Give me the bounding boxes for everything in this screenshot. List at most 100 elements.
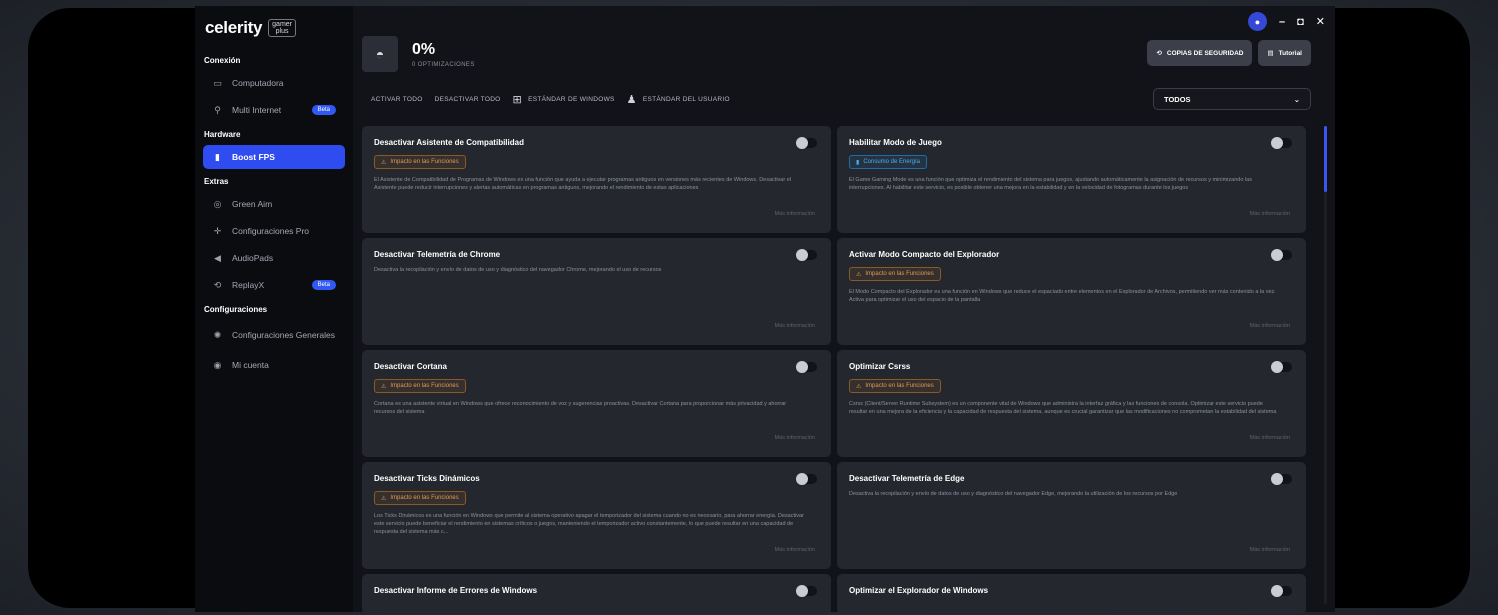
more-info-link[interactable]: Más información	[1250, 323, 1290, 329]
card-title: Desactivar Asistente de Compatibilidad	[374, 138, 524, 147]
optimization-grid: Desactivar Asistente de Compatibilidad ⚠ I…	[362, 126, 1308, 614]
optimization-toggle[interactable]	[796, 473, 817, 485]
sidebar-item-label: Configuraciones Pro	[232, 226, 310, 236]
card-description: El Game Gaming Mode es una función que o…	[849, 177, 1252, 191]
badge-label: Impacto en las Funciones	[390, 383, 459, 389]
chevron-down-icon: ⌄	[1293, 94, 1300, 104]
optimization-toggle[interactable]	[1271, 473, 1292, 485]
card-title: Desactivar Ticks Dinámicos	[374, 474, 480, 483]
crosshair-icon: ✛	[213, 225, 222, 236]
optimization-toggle[interactable]	[1271, 137, 1292, 149]
optimization-card: Habilitar Modo de Juego ▮ Consumo de Energ…	[837, 126, 1306, 233]
deactivate-all-button[interactable]: DESACTIVAR TODO	[435, 96, 501, 103]
sidebar: celerity gamer plus Conexión ▭ Computadora…	[195, 6, 353, 612]
more-info-link[interactable]: Más información	[775, 323, 815, 329]
optimization-toggle[interactable]	[796, 249, 817, 261]
card-title: Optimizar Csrss	[849, 362, 911, 371]
optimization-toggle[interactable]	[796, 585, 817, 597]
brand-name: celerity	[205, 18, 263, 37]
monitor-icon: ▭	[213, 77, 222, 88]
card-description: El Modo Compacto del Explorador es una f…	[849, 289, 1276, 303]
settings-icon: ✺	[213, 329, 222, 340]
scrollbar[interactable]	[1324, 126, 1327, 604]
antenna-icon: ⚲	[214, 104, 221, 115]
sidebar-item-audiopads[interactable]: ◀ AudioPads	[203, 246, 345, 270]
close-button[interactable]: ✕	[1316, 15, 1325, 28]
target-icon: ◎	[213, 198, 222, 209]
impact-badge: ⚠ Impacto en las Funciones	[849, 267, 941, 281]
account-icon: ◉	[213, 359, 222, 370]
card-description: El Asistente de Compatibilidad de Progra…	[374, 177, 792, 191]
sidebar-item-replayx[interactable]: ⟲ ReplayX Beta	[203, 273, 345, 297]
optimization-card: Optimizar Csrss ⚠ Impacto en las Funciones…	[837, 350, 1306, 457]
windows-standard-button[interactable]: ⊞ ESTÁNDAR DE WINDOWS	[513, 93, 615, 106]
card-description: Cortana es una asistente virtual en Wind…	[374, 401, 787, 415]
more-info-link[interactable]: Más información	[775, 547, 815, 553]
sidebar-section-title: Hardware	[204, 130, 241, 139]
optimization-toggle[interactable]	[1271, 249, 1292, 261]
user-standard-button[interactable]: ♟ ESTÁNDAR DEL USUARIO	[627, 93, 730, 106]
more-info-link[interactable]: Más información	[775, 211, 815, 217]
optimization-toggle[interactable]	[796, 361, 817, 373]
windows-icon: ⊞	[512, 94, 523, 106]
more-info-link[interactable]: Más información	[1250, 547, 1290, 553]
category-select[interactable]: TODOS ⌄	[1153, 88, 1311, 110]
main-content: ● – ◘ ✕ ◓ 0% 0 OPTIMIZACIONES ⟲ COPIAS D…	[353, 6, 1335, 614]
badge-label: Impacto en las Funciones	[390, 159, 459, 165]
speaker-icon: ◀	[214, 252, 221, 263]
warning-icon: ⚠	[381, 495, 387, 502]
sidebar-section-title: Configuraciones	[204, 305, 268, 314]
bars-icon: ▮	[215, 151, 220, 162]
optimization-card: Desactivar Cortana ⚠ Impacto en las Funcio…	[362, 350, 831, 457]
warning-icon: ⚠	[856, 271, 862, 278]
sidebar-item-mi-cuenta[interactable]: ◉ Mi cuenta	[203, 353, 345, 377]
impact-badge: ⚠ Impacto en las Funciones	[374, 491, 466, 505]
optimization-toggle[interactable]	[796, 137, 817, 149]
sidebar-item-label: Computadora	[232, 78, 284, 88]
more-info-link[interactable]: Más información	[1250, 435, 1290, 441]
optimization-card: Desactivar Telemetría de Edge Desactiva l…	[837, 462, 1306, 569]
sidebar-item-label: Multi Internet	[232, 105, 282, 115]
backup-button[interactable]: ⟲ COPIAS DE SEGURIDAD	[1147, 40, 1253, 66]
optimization-toggle[interactable]	[1271, 361, 1292, 373]
user-icon: ●	[1254, 16, 1261, 27]
sidebar-item-computadora[interactable]: ▭ Computadora	[203, 71, 345, 95]
brand-tag: gamer plus	[268, 19, 296, 37]
optimization-toggle[interactable]	[1271, 585, 1292, 597]
sidebar-item-configuraciones-pro[interactable]: ✛ Configuraciones Pro	[203, 219, 345, 243]
speedometer-icon: ◓	[362, 36, 398, 72]
brand-logo: celerity gamer plus	[205, 18, 345, 38]
sidebar-item-multi-internet[interactable]: ⚲ Multi Internet Beta	[203, 98, 345, 122]
sidebar-item-label: Green Aim	[232, 199, 273, 209]
card-description: Csrss (Client/Server Runtime Subsystem) …	[849, 401, 1277, 415]
sidebar-section-title: Conexión	[204, 56, 241, 65]
badge-label: Impacto en las Funciones	[390, 495, 459, 501]
sidebar-item-green-aim[interactable]: ◎ Green Aim	[203, 192, 345, 216]
badge-label: Consumo de Energía	[863, 159, 921, 165]
optimization-percent: 0%	[412, 40, 436, 58]
optimization-count: 0 OPTIMIZACIONES	[412, 61, 475, 68]
tutorial-button[interactable]: ▤ Tutorial	[1258, 40, 1311, 66]
more-info-link[interactable]: Más información	[775, 435, 815, 441]
sidebar-item-label: Boost FPS	[232, 152, 275, 162]
card-title: Desactivar Telemetría de Edge	[849, 474, 965, 483]
maximize-button[interactable]: ◘	[1297, 16, 1304, 28]
card-title: Desactivar Informe de Errores de Windows	[374, 586, 538, 595]
sidebar-item-boost-fps[interactable]: ▮ Boost FPS	[203, 145, 345, 169]
badge-label: Impacto en las Funciones	[865, 383, 934, 389]
card-title: Desactivar Cortana	[374, 362, 447, 371]
minimize-button[interactable]: –	[1279, 16, 1285, 28]
optimization-card: Desactivar Telemetría de Chrome Desactiva…	[362, 238, 831, 345]
card-description: Los Ticks Dinámicos es una función en Wi…	[374, 513, 804, 535]
more-info-link[interactable]: Más información	[1250, 211, 1290, 217]
impact-badge: ⚠ Impacto en las Funciones	[374, 379, 466, 393]
avatar[interactable]: ●	[1248, 12, 1267, 31]
impact-badge: ⚠ Impacto en las Funciones	[374, 155, 466, 169]
sidebar-item-configuraciones-generales[interactable]: ✺ Configuraciones Generales	[203, 320, 345, 350]
beta-badge: Beta	[311, 280, 336, 290]
card-description: Desactiva la recopilación y envío de dat…	[849, 491, 1178, 497]
activate-all-button[interactable]: ACTIVAR TODO	[371, 96, 423, 103]
optimization-card: Optimizar el Explorador de Windows	[837, 574, 1306, 614]
scrollbar-thumb[interactable]	[1324, 126, 1327, 192]
warning-icon: ⚠	[381, 159, 387, 166]
